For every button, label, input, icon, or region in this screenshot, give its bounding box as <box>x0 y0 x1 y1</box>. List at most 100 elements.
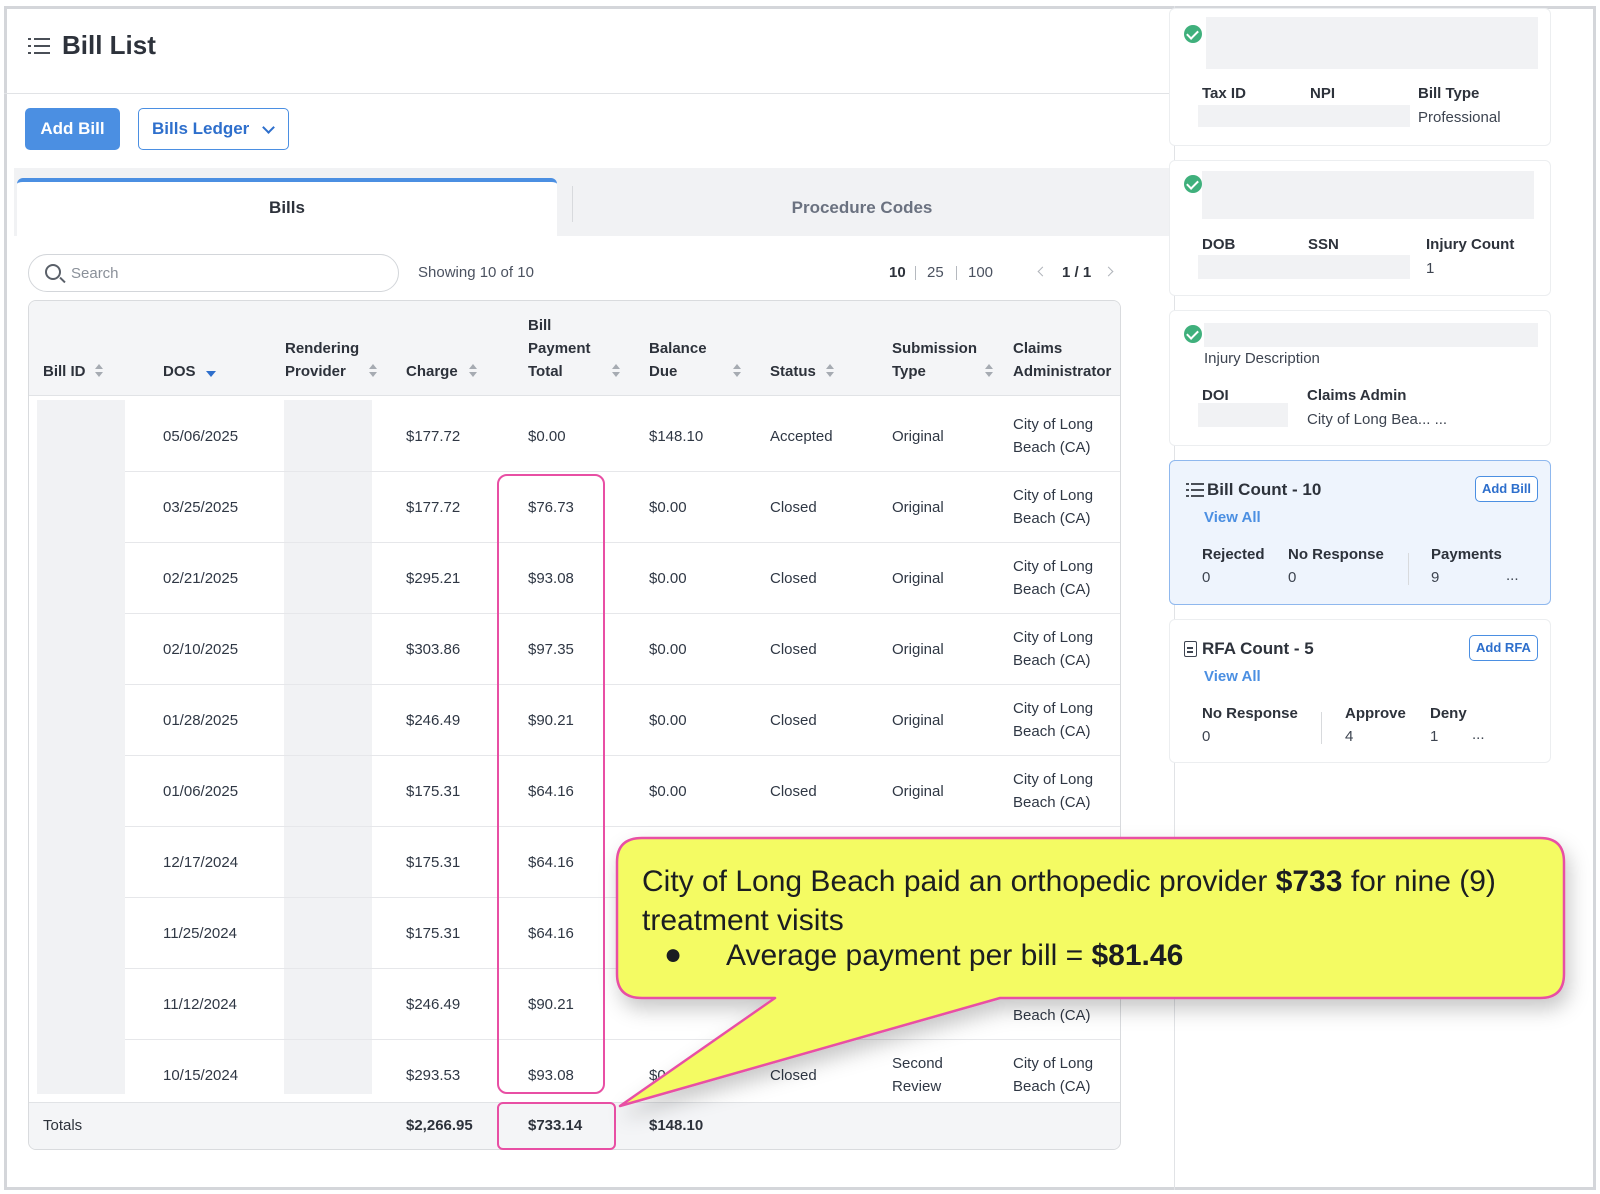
cell-balance: $148.10 <box>649 427 704 445</box>
page-size-10[interactable]: 10 <box>889 264 906 281</box>
page-size-25[interactable]: 25 <box>927 264 944 281</box>
header-bill-id[interactable]: Bill ID <box>43 360 86 383</box>
injury-description-label: Injury Description <box>1204 350 1320 367</box>
stat-divider <box>1321 712 1322 744</box>
cell-dos: 03/25/2025 <box>163 498 239 516</box>
header-claims-admin-2[interactable]: Administrator <box>1013 360 1111 383</box>
callout-bullet: ● <box>664 938 683 971</box>
header-rendering-provider-1[interactable]: Rendering <box>285 337 359 360</box>
header-rendering-provider-2[interactable]: Provider <box>285 360 346 383</box>
rfa-view-all-link[interactable]: View All <box>1204 668 1261 685</box>
add-bill-button[interactable]: Add Bill <box>25 108 120 150</box>
sort-icon[interactable] <box>612 364 620 378</box>
cell-payment: $0.00 <box>528 427 566 445</box>
row-divider <box>125 826 1120 827</box>
showing-count: Showing 10 of 10 <box>418 264 534 281</box>
sort-icon[interactable] <box>826 364 834 378</box>
bills-view-all-link[interactable]: View All <box>1204 509 1261 526</box>
page-header: Bill List <box>4 6 1175 94</box>
add-rfa-button[interactable]: Add RFA <box>1469 635 1538 661</box>
search-input[interactable] <box>71 263 371 283</box>
cell-status: Closed <box>770 640 817 658</box>
tab-bills[interactable]: Bills <box>17 178 557 236</box>
cell-dos: 01/28/2025 <box>163 711 239 729</box>
bills-ledger-dropdown[interactable]: Bills Ledger <box>138 108 289 150</box>
header-payment-2[interactable]: Payment <box>528 337 591 360</box>
header-claims-admin-1[interactable]: Claims <box>1013 337 1062 360</box>
dob-label: DOB <box>1202 236 1236 253</box>
chevron-right-icon[interactable] <box>1102 263 1120 281</box>
cell-charge: $293.53 <box>406 1066 461 1084</box>
rfa-count-card: RFA Count - 5 Add RFA View All No Respon… <box>1169 619 1551 763</box>
cell-claims-admin: Beach (CA) <box>1013 438 1091 456</box>
header-submission-2[interactable]: Type <box>892 360 926 383</box>
cell-claims-admin: City of Long <box>1013 770 1094 788</box>
cell-claims-admin: Beach (CA) <box>1013 793 1091 811</box>
header-submission-1[interactable]: Submission <box>892 337 977 360</box>
check-circle-icon <box>1184 325 1202 343</box>
cell-status: Closed <box>770 569 817 587</box>
tab-divider <box>572 186 573 222</box>
sort-icon[interactable] <box>985 364 993 378</box>
patient-name-redacted <box>1202 171 1534 219</box>
sort-icon[interactable] <box>95 364 103 378</box>
no-response-label: No Response <box>1288 546 1384 563</box>
tax-id-redacted <box>1198 105 1410 127</box>
row-divider <box>125 542 1120 543</box>
sort-icon[interactable] <box>469 364 477 378</box>
page-size-100[interactable]: 100 <box>968 264 993 281</box>
header-balance-1[interactable]: Balance <box>649 337 707 360</box>
totals-charge: $2,266.95 <box>406 1117 473 1134</box>
rejected-label: Rejected <box>1202 546 1265 563</box>
cell-charge: $177.72 <box>406 498 461 516</box>
callout-average: Average payment per bill = $81.46 <box>726 939 1183 973</box>
header-status[interactable]: Status <box>770 360 816 383</box>
page-size-separator <box>956 266 957 280</box>
cell-charge: $246.49 <box>406 995 461 1013</box>
header-charge[interactable]: Charge <box>406 360 458 383</box>
cell-claims-admin: City of Long <box>1013 628 1094 646</box>
injury-card: Injury Description DOI Claims Admin City… <box>1169 310 1551 446</box>
add-bill-side-button[interactable]: Add Bill <box>1475 476 1538 502</box>
cell-claims-admin: City of Long <box>1013 699 1094 717</box>
sort-desc-icon[interactable] <box>206 371 216 377</box>
cell-status: Accepted <box>770 427 833 445</box>
bill-count-card: Bill Count - 10 Add Bill View All Reject… <box>1169 460 1551 605</box>
cell-claims-admin: City of Long <box>1013 557 1094 575</box>
chevron-left-icon[interactable] <box>1032 263 1050 281</box>
cell-claims-admin: Beach (CA) <box>1013 722 1091 740</box>
more-stats[interactable]: ... <box>1506 567 1519 584</box>
header-payment-3[interactable]: Total <box>528 360 563 383</box>
cell-balance: $0.00 <box>649 569 687 587</box>
claims-admin-value: City of Long Bea... ... <box>1307 411 1448 428</box>
header-dos[interactable]: DOS <box>163 360 196 383</box>
cell-balance: $0.00 <box>649 498 687 516</box>
cell-status: Closed <box>770 711 817 729</box>
cell-claims-admin: Beach (CA) <box>1013 509 1091 527</box>
page-title: Bill List <box>62 30 156 60</box>
header-balance-2[interactable]: Due <box>649 360 677 383</box>
cell-submission: Second <box>892 1054 943 1072</box>
header-payment-1[interactable]: Bill <box>528 314 551 337</box>
callout-text: City of Long Beach paid an orthopedic pr… <box>642 862 1552 940</box>
provider-card: Tax ID NPI Bill Type Professional <box>1169 8 1551 146</box>
cell-claims-admin: Beach (CA) <box>1013 651 1091 669</box>
ssn-label: SSN <box>1308 236 1339 253</box>
row-divider <box>125 471 1120 472</box>
cell-submission: Original <box>892 498 944 516</box>
cell-claims-admin: Beach (CA) <box>1013 1006 1091 1024</box>
cell-submission: Original <box>892 427 944 445</box>
cell-dos: 11/12/2024 <box>163 995 237 1013</box>
cell-charge: $177.72 <box>406 427 461 445</box>
more-stats[interactable]: ... <box>1472 726 1485 743</box>
cell-submission: Review <box>892 1077 942 1095</box>
list-icon <box>28 38 50 56</box>
rejected-value: 0 <box>1202 569 1211 586</box>
tab-procedure-codes[interactable]: Procedure Codes <box>574 182 1150 234</box>
injury-redacted <box>1204 323 1538 347</box>
search-box[interactable] <box>28 254 399 292</box>
sort-icon[interactable] <box>733 364 741 378</box>
sort-icon[interactable] <box>369 364 377 378</box>
cell-claims-admin: Beach (CA) <box>1013 1077 1091 1095</box>
cell-claims-admin: City of Long <box>1013 486 1094 504</box>
